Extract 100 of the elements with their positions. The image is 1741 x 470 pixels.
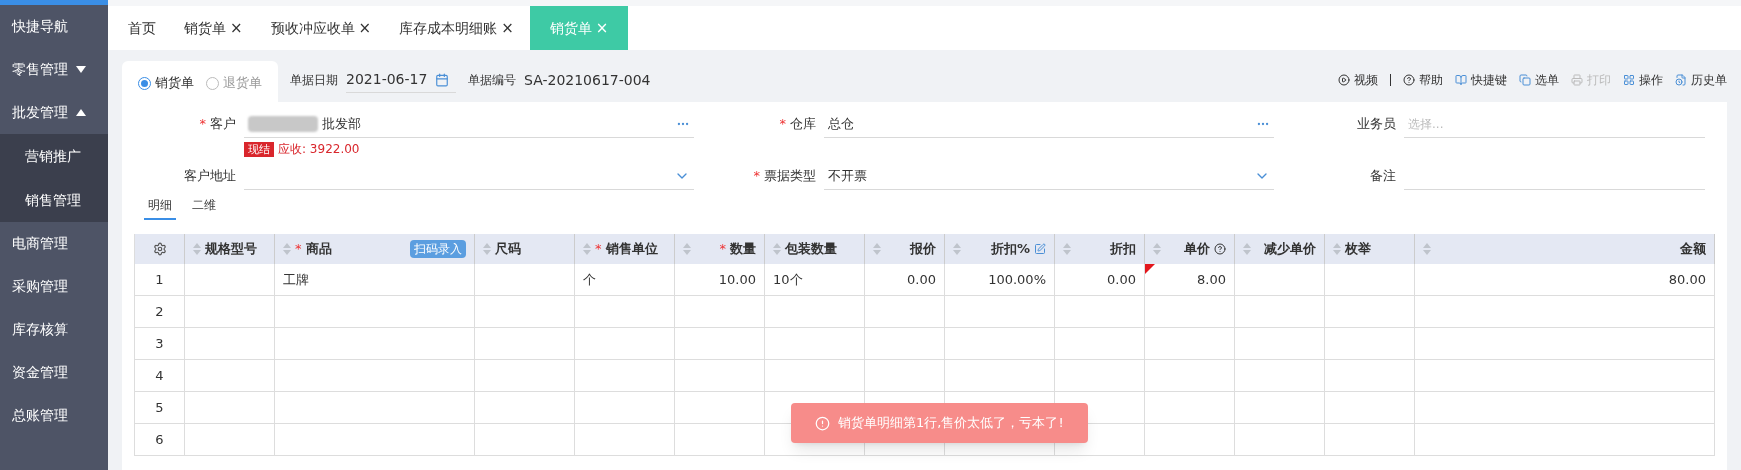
toolbar-button[interactable]: 选单	[1519, 71, 1559, 89]
column-label: 包装数量	[785, 240, 837, 259]
sort-icon[interactable]	[1243, 243, 1251, 255]
status-badge: 现结	[244, 141, 274, 157]
table-cell-text: 0.00	[907, 270, 936, 289]
subtab[interactable]: 二维	[188, 196, 220, 220]
tab[interactable]: 首页	[116, 6, 168, 50]
settings-icon[interactable]	[152, 242, 167, 256]
subtab[interactable]: 明细	[144, 196, 176, 220]
required-mark: *	[295, 240, 302, 259]
sort-icon[interactable]	[1423, 243, 1431, 255]
book-icon	[1455, 74, 1467, 86]
row-number: 1	[135, 264, 185, 295]
table-cell-text: 10个	[773, 270, 803, 289]
column-header[interactable]: 枚举	[1325, 234, 1415, 264]
receivable-amount: 应收: 3922.00	[278, 141, 360, 158]
sidebar-item[interactable]: 电商管理	[0, 222, 108, 265]
sort-icon[interactable]	[193, 243, 201, 255]
sidebar-item[interactable]: 资金管理	[0, 351, 108, 394]
close-icon[interactable]: ×	[230, 16, 243, 40]
row-number: 2	[135, 296, 185, 327]
date-label: 单据日期	[290, 72, 338, 89]
sort-icon[interactable]	[873, 243, 881, 255]
edit-icon[interactable]	[1034, 243, 1046, 255]
sort-icon[interactable]	[283, 243, 291, 255]
close-icon[interactable]: ×	[358, 16, 372, 40]
sidebar-subitem[interactable]: 营销推广	[0, 134, 108, 178]
column-header[interactable]: 规格型号	[185, 234, 275, 264]
column-header[interactable]: * 销售单位	[575, 234, 675, 264]
sidebar-item[interactable]: 库存核算	[0, 308, 108, 351]
sidebar-item[interactable]: 零售管理	[0, 48, 108, 91]
column-label: 折扣	[1110, 240, 1136, 259]
toast-message: 销货单明细第1行,售价太低了，亏本了!	[838, 414, 1064, 433]
column-label: 金额	[1680, 240, 1706, 259]
sidebar-item[interactable]: 快捷导航	[0, 5, 108, 48]
column-header[interactable]: 折扣%	[945, 234, 1055, 264]
sort-icon[interactable]	[1063, 243, 1071, 255]
calendar-icon[interactable]	[435, 72, 450, 87]
sort-icon[interactable]	[953, 243, 961, 255]
column-header[interactable]: * 数量	[675, 234, 765, 264]
tab[interactable]: 库存成本明细账 ×	[387, 6, 526, 50]
printer-icon	[1571, 74, 1583, 86]
input-field[interactable]: 总仓	[824, 110, 1274, 138]
field-value: 批发部	[322, 114, 361, 133]
input-field[interactable]: 批发部	[244, 110, 694, 138]
document-number: SA-20210617-004	[524, 70, 651, 90]
sort-icon[interactable]	[1153, 243, 1161, 255]
row-number: 3	[135, 328, 185, 359]
column-label: 销售单位	[605, 240, 658, 259]
toolbar-button[interactable]: 快捷键	[1455, 71, 1507, 89]
sort-icon[interactable]	[1333, 243, 1341, 255]
sort-icon[interactable]	[483, 243, 491, 255]
sidebar-item[interactable]: 采购管理	[0, 265, 108, 308]
row-number: 6	[135, 424, 185, 455]
column-label: 规格型号	[205, 240, 257, 259]
table-cell-text: 0.00	[1107, 270, 1136, 289]
sort-icon[interactable]	[683, 243, 691, 255]
required-mark: *	[199, 116, 206, 131]
sidebar-subitem[interactable]: 销售管理	[0, 178, 108, 222]
grid-icon	[1623, 74, 1635, 86]
tab-label: 销货单	[184, 18, 226, 38]
field-label: 客户	[210, 116, 236, 131]
column-header[interactable]: 单价	[1145, 234, 1235, 264]
tab-label: 库存成本明细账	[399, 18, 498, 38]
toolbar-button[interactable]: 历史单	[1675, 71, 1727, 89]
table-cell-text: 100.00%	[988, 270, 1046, 289]
sidebar-item[interactable]: 批发管理	[0, 91, 108, 134]
input-field[interactable]: 不开票	[824, 162, 1274, 190]
alert-icon	[815, 415, 830, 431]
toolbar-button[interactable]: 帮助	[1403, 71, 1443, 89]
tab[interactable]: 销货单 ×	[172, 6, 255, 50]
help-icon[interactable]	[1214, 243, 1226, 255]
required-mark: *	[595, 240, 602, 259]
field-label: 备注	[1370, 168, 1396, 183]
number-label: 单据编号	[468, 72, 516, 89]
toolbar-button[interactable]: 操作	[1623, 71, 1663, 89]
column-label: 枚举	[1345, 240, 1371, 259]
row-number: 4	[135, 360, 185, 391]
tab-label: 预收冲应收单	[270, 18, 355, 38]
column-header[interactable]: 尺码	[475, 234, 575, 264]
column-label: 尺码	[495, 240, 521, 259]
close-icon[interactable]: ×	[501, 16, 514, 40]
column-header[interactable]: 减少单价	[1235, 234, 1325, 264]
date-field[interactable]: 2021-06-17	[346, 67, 456, 93]
toolbar-button[interactable]: 视频	[1338, 71, 1378, 89]
column-header[interactable]: 折扣	[1055, 234, 1145, 264]
table-cell-text: 个	[583, 270, 596, 289]
field-value: 总仓	[828, 114, 854, 133]
play-icon	[1338, 74, 1350, 86]
column-header[interactable]: 报价	[865, 234, 945, 264]
radio-option[interactable]: 销货单	[138, 73, 194, 93]
column-header[interactable]: 包装数量	[765, 234, 865, 264]
sort-icon[interactable]	[773, 243, 781, 255]
tab[interactable]: 预收冲应收单 ×	[258, 6, 384, 50]
column-label: 折扣%	[990, 240, 1030, 259]
column-header[interactable]: * 商品 扫码录入	[275, 234, 475, 264]
column-header[interactable]: 金额	[1415, 234, 1715, 264]
table-cell-text: 10.00	[718, 270, 756, 289]
sidebar-item[interactable]: 总账管理	[0, 394, 108, 437]
sort-icon[interactable]	[583, 243, 591, 255]
